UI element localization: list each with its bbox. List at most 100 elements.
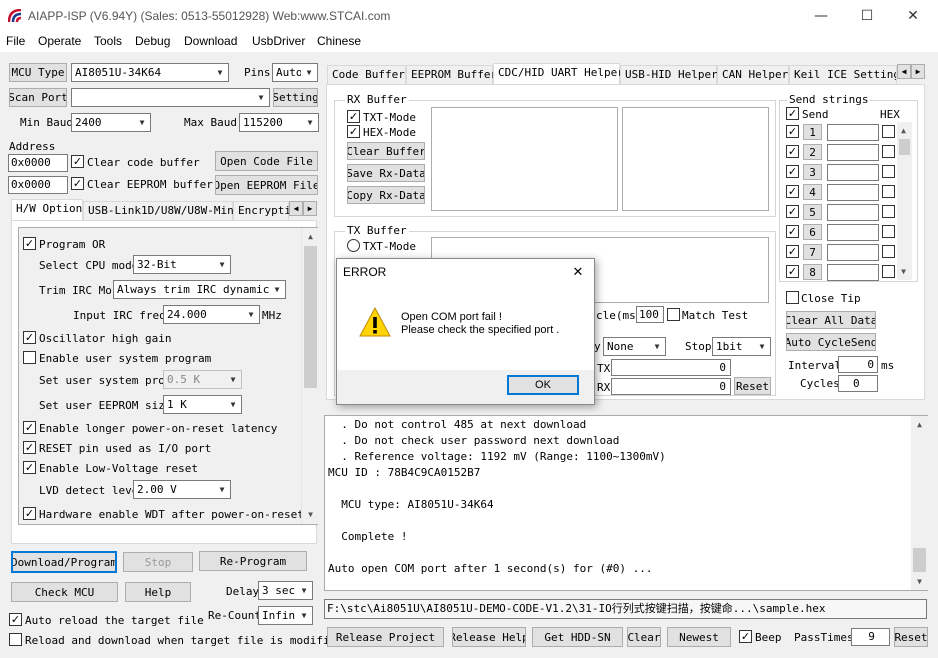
- rx-hex-mode-checkbox[interactable]: ✓: [347, 125, 360, 138]
- hw-wdt-checkbox[interactable]: ✓: [23, 507, 36, 520]
- tab-encryption[interactable]: Encrypti: [233, 201, 291, 221]
- send-row-checkbox[interactable]: ✓: [786, 225, 799, 238]
- re-program-button[interactable]: Re-Program: [199, 551, 307, 571]
- menu-chinese[interactable]: Chinese: [317, 34, 361, 48]
- cycles-input[interactable]: 0: [838, 375, 878, 392]
- send-row-button[interactable]: 7: [803, 244, 822, 260]
- enable-user-sys-checkbox[interactable]: [23, 351, 36, 364]
- tab-scroll-left-icon[interactable]: ◀: [289, 201, 303, 216]
- send-row-button[interactable]: 8: [803, 264, 822, 280]
- tab-usb-link[interactable]: USB-Link1D/U8W/U8W-Mini: [83, 201, 240, 221]
- send-all-checkbox[interactable]: ✓: [786, 107, 799, 120]
- send-row-input[interactable]: [827, 264, 879, 281]
- pins-select[interactable]: Auto ▼: [272, 63, 318, 82]
- mcu-type-select[interactable]: AI8051U-34K64 ▼: [71, 63, 229, 82]
- reset-pin-checkbox[interactable]: ✓: [23, 441, 36, 454]
- stop-button[interactable]: Stop: [123, 552, 193, 572]
- release-help-button[interactable]: Release Help: [452, 627, 526, 647]
- lvd-select[interactable]: 2.00 V ▼: [133, 480, 231, 499]
- tab-eeprom-buffer[interactable]: EEPROM Buffer: [406, 65, 497, 85]
- send-row-checkbox[interactable]: ✓: [786, 185, 799, 198]
- tab-usb-hid[interactable]: USB-HID Helper: [620, 65, 718, 85]
- dialog-ok-button[interactable]: OK: [507, 375, 579, 395]
- auto-reload-checkbox[interactable]: ✓: [9, 613, 22, 626]
- min-baud-select[interactable]: 2400 ▼: [71, 113, 151, 132]
- hw-option-scrollbar[interactable]: ▲ ▼: [301, 228, 318, 524]
- send-row-input[interactable]: [827, 124, 879, 141]
- close-icon[interactable]: ✕: [890, 0, 936, 32]
- send-row-hex-checkbox[interactable]: [882, 245, 895, 258]
- get-hdd-sn-button[interactable]: Get HDD-SN: [532, 627, 623, 647]
- check-mcu-button[interactable]: Check MCU: [11, 582, 118, 602]
- menu-usbdriver[interactable]: UsbDriver: [252, 34, 305, 48]
- help-button[interactable]: Help: [125, 582, 191, 602]
- send-row-checkbox[interactable]: ✓: [786, 145, 799, 158]
- scan-port-button[interactable]: Scan Port: [9, 88, 67, 107]
- auto-cycle-send-button[interactable]: Auto CycleSend: [786, 333, 876, 351]
- enable-longer-checkbox[interactable]: ✓: [23, 421, 36, 434]
- save-rx-button[interactable]: Save Rx-Data: [347, 164, 425, 182]
- user-eeprom-size-select[interactable]: 1 K ▼: [163, 395, 242, 414]
- send-row-hex-checkbox[interactable]: [882, 165, 895, 178]
- rx-text-area[interactable]: [431, 107, 618, 211]
- scroll-up-icon[interactable]: ▲: [302, 228, 319, 245]
- interval-input[interactable]: 0: [838, 356, 878, 373]
- clear-all-data-button[interactable]: Clear All Data: [786, 311, 876, 329]
- tab-cdc-hid-uart[interactable]: CDC/HID UART Helper: [493, 63, 624, 85]
- input-irc-select[interactable]: 24.000 ▼: [163, 305, 260, 324]
- scroll-down-icon[interactable]: ▼: [911, 573, 928, 590]
- send-row-hex-checkbox[interactable]: [882, 265, 895, 278]
- send-row-button[interactable]: 3: [803, 164, 822, 180]
- tab-can-helper[interactable]: CAN Helper: [717, 65, 789, 85]
- cycle-input[interactable]: 100: [636, 306, 664, 323]
- scroll-thumb[interactable]: [304, 246, 317, 388]
- send-row-hex-checkbox[interactable]: [882, 205, 895, 218]
- send-row-hex-checkbox[interactable]: [882, 225, 895, 238]
- reset-pass-times-button[interactable]: Reset: [894, 627, 928, 647]
- send-row-input[interactable]: [827, 244, 879, 261]
- send-row-checkbox[interactable]: ✓: [786, 245, 799, 258]
- send-row-input[interactable]: [827, 164, 879, 181]
- send-strings-scrollbar[interactable]: ▲ ▼: [897, 122, 912, 280]
- send-row-button[interactable]: 2: [803, 144, 822, 160]
- scroll-thumb[interactable]: [899, 139, 910, 155]
- clear-code-checkbox[interactable]: ✓: [71, 155, 84, 168]
- send-row-input[interactable]: [827, 184, 879, 201]
- scroll-up-icon[interactable]: ▲: [896, 122, 911, 139]
- send-row-checkbox[interactable]: ✓: [786, 125, 799, 138]
- open-code-file-button[interactable]: Open Code File: [215, 151, 318, 171]
- send-row-checkbox[interactable]: ✓: [786, 165, 799, 178]
- tx-txt-mode-radio[interactable]: [347, 239, 360, 252]
- tab-keil-ice[interactable]: Keil ICE Settings: [789, 65, 897, 85]
- tab-scroll-right-icon[interactable]: ▶: [911, 64, 925, 79]
- rx-txt-mode-checkbox[interactable]: ✓: [347, 110, 360, 123]
- max-baud-select[interactable]: 115200 ▼: [239, 113, 319, 132]
- copy-rx-button[interactable]: Copy Rx-Data: [347, 186, 425, 204]
- send-row-hex-checkbox[interactable]: [882, 145, 895, 158]
- menu-operate[interactable]: Operate: [38, 34, 81, 48]
- delay-select[interactable]: 3 sec: ▼: [258, 581, 313, 600]
- code-address-input[interactable]: 0x0000: [8, 154, 68, 172]
- minimize-icon[interactable]: —: [798, 0, 844, 32]
- enable-lvr-checkbox[interactable]: ✓: [23, 461, 36, 474]
- program-or-checkbox[interactable]: ✓: [23, 237, 36, 250]
- maximize-icon[interactable]: ☐: [844, 0, 890, 32]
- tab-scroll-left-icon[interactable]: ◀: [897, 64, 911, 79]
- send-row-input[interactable]: [827, 144, 879, 161]
- clear-buffer-button[interactable]: Clear Buffer: [347, 142, 425, 160]
- trim-irc-select[interactable]: Always trim IRC dynamical: ▼: [113, 280, 286, 299]
- menu-debug[interactable]: Debug: [135, 34, 170, 48]
- reset-counts-button[interactable]: Reset: [734, 377, 771, 395]
- tab-scroll-right-icon[interactable]: ▶: [303, 201, 317, 216]
- re-count-select[interactable]: Infin ▼: [258, 606, 313, 625]
- close-tip-checkbox[interactable]: [786, 291, 799, 304]
- tab-hw-option[interactable]: H/W Option: [11, 199, 83, 221]
- send-row-checkbox[interactable]: ✓: [786, 265, 799, 278]
- osc-high-gain-checkbox[interactable]: ✓: [23, 331, 36, 344]
- scroll-down-icon[interactable]: ▼: [896, 263, 911, 280]
- log-scrollbar[interactable]: ▲ ▼: [911, 416, 928, 590]
- release-project-button[interactable]: Release Project: [327, 627, 444, 647]
- parity-select[interactable]: None ▼: [603, 337, 666, 356]
- dialog-close-icon[interactable]: ✕: [567, 262, 589, 282]
- send-row-input[interactable]: [827, 204, 879, 221]
